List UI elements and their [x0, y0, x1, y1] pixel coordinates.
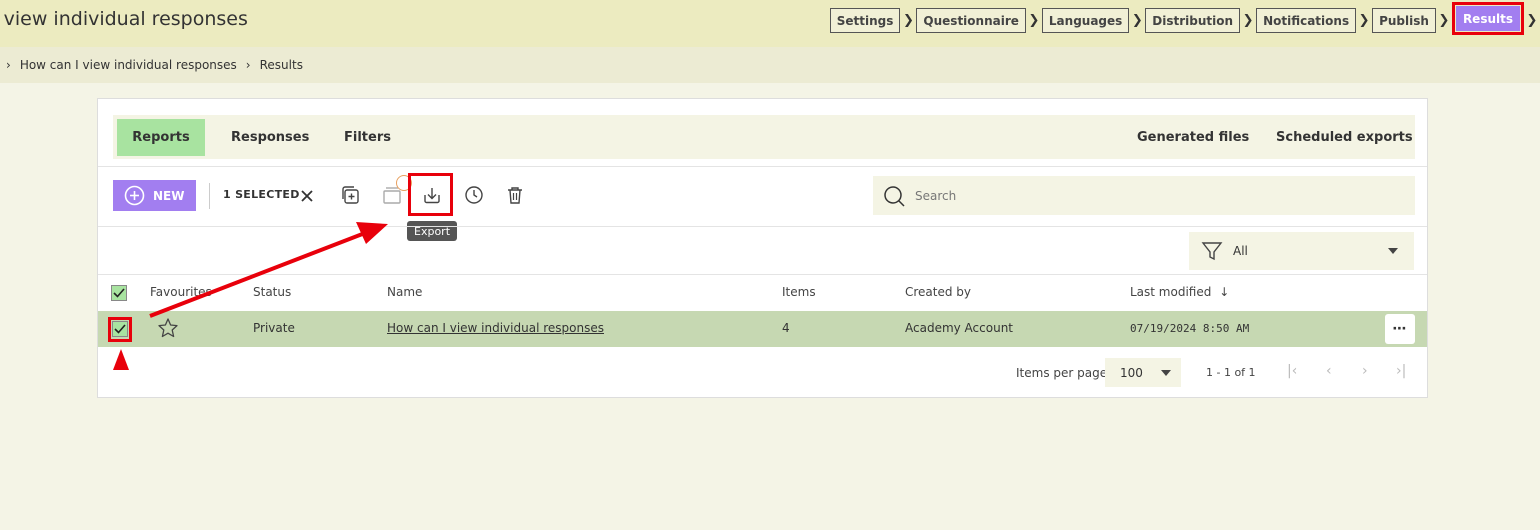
annotation-overlay — [113, 222, 388, 370]
annotation-pointer — [113, 349, 129, 370]
annotation-arrow — [149, 222, 388, 318]
